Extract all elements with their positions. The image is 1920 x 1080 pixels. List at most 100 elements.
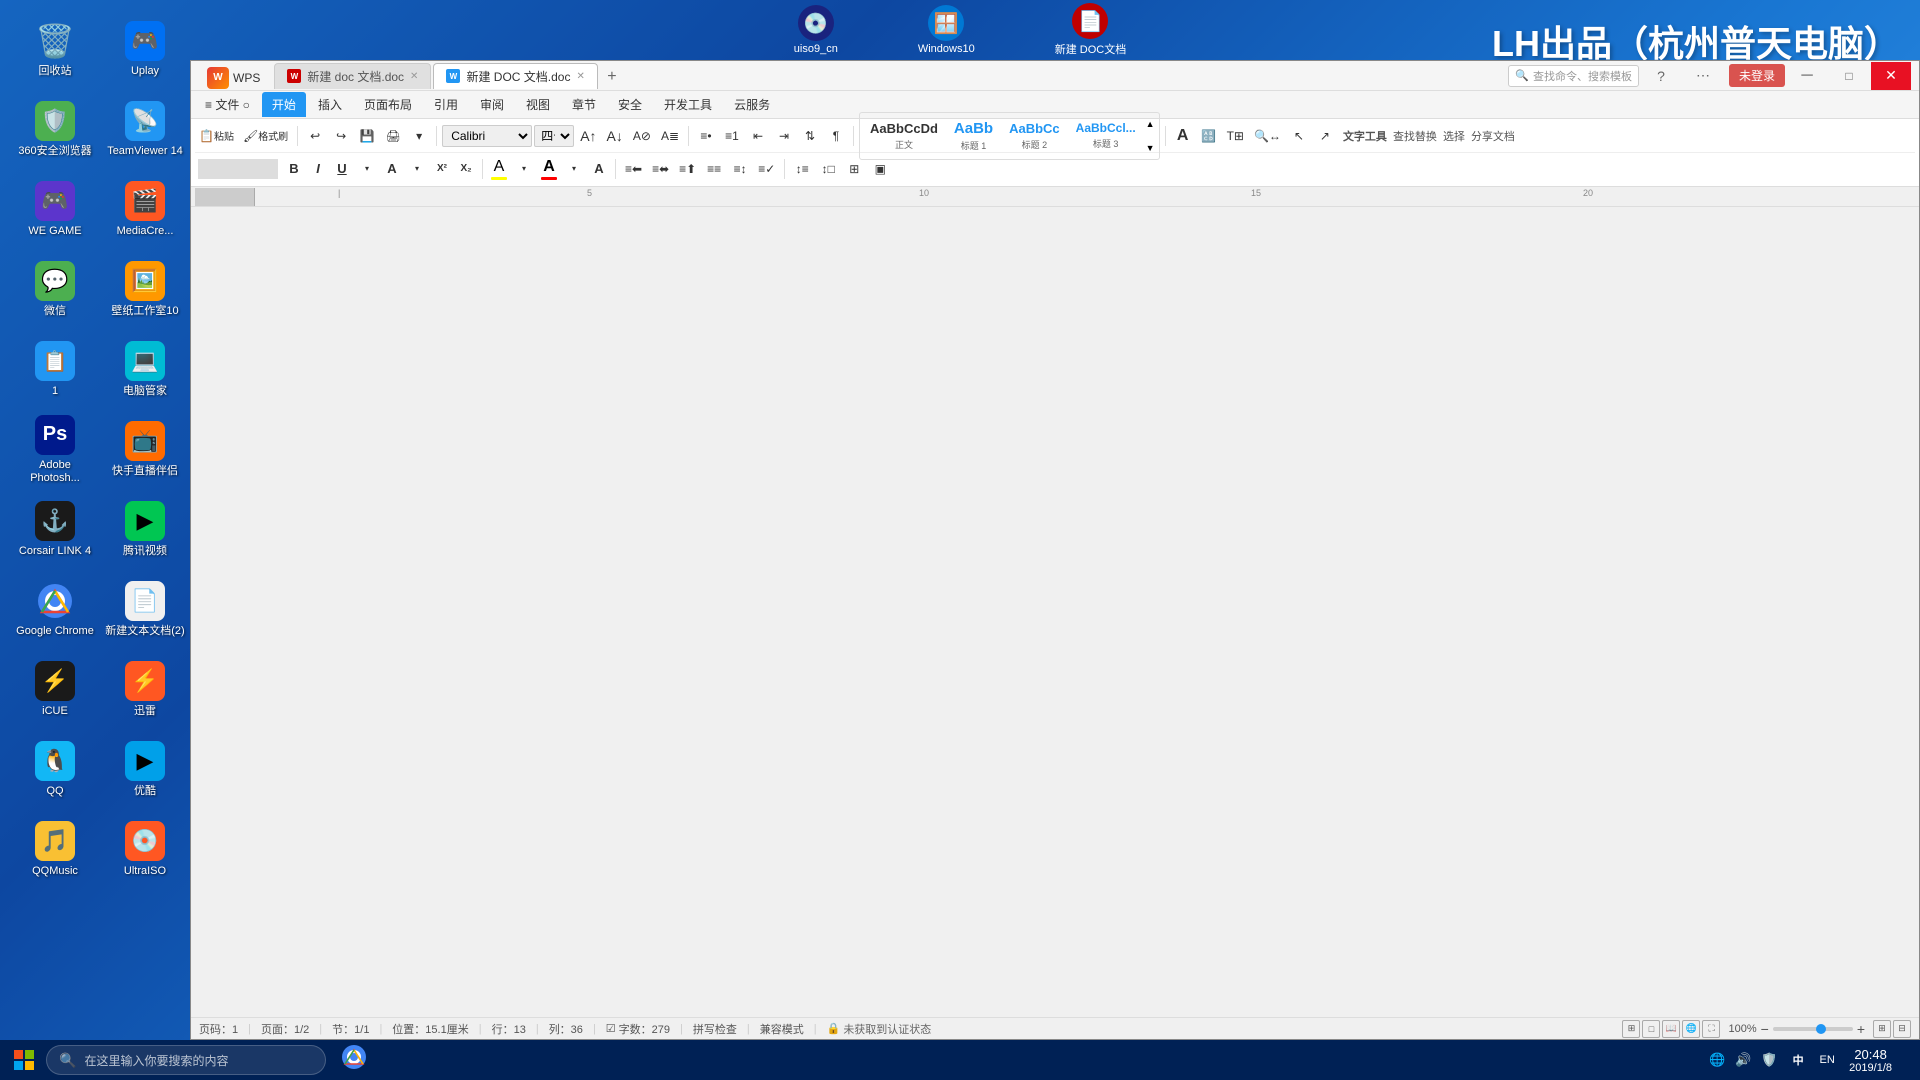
desktop-icon-corsair[interactable]: ⚓ Corsair LINK 4 — [10, 490, 100, 570]
view-reading-button[interactable]: 📖 — [1662, 1020, 1680, 1038]
view-normal-button[interactable]: ⊞ — [1622, 1020, 1640, 1038]
desktop-icon-task1[interactable]: 📋 1 — [10, 330, 100, 410]
underline-button[interactable]: U — [331, 158, 353, 180]
desktop-icon-qqmusic[interactable]: 🎵 QQMusic — [10, 810, 100, 890]
share-button[interactable]: ↗ — [1313, 123, 1337, 149]
clear-format-button[interactable]: A — [588, 158, 610, 180]
view-fullscreen-button[interactable]: ⛶ — [1702, 1020, 1720, 1038]
text-effects-button[interactable]: A — [1171, 123, 1195, 149]
font-color-arr2[interactable]: ▾ — [562, 156, 586, 182]
close-button[interactable]: ✕ — [1871, 62, 1911, 90]
show-desktop-button[interactable] — [1902, 1042, 1908, 1078]
taskbar-chrome[interactable] — [332, 1042, 376, 1078]
expand-button[interactable]: ⋯ — [1683, 62, 1723, 90]
menu-section[interactable]: 章节 — [562, 92, 606, 117]
find-replace-button[interactable]: 🔍↔ — [1250, 123, 1285, 149]
superscript-button[interactable]: X² — [431, 158, 453, 180]
tray-lang-icon[interactable]: EN — [1815, 1048, 1839, 1072]
style-down-button[interactable]: ▼ — [1146, 143, 1155, 153]
tray-uiso9[interactable]: 💿 uiso9_cn — [794, 5, 838, 55]
menu-references[interactable]: 引用 — [424, 92, 468, 117]
desktop-icon-recycle[interactable]: 🗑️ 回收站 — [10, 10, 100, 90]
menu-review[interactable]: 审阅 — [470, 92, 514, 117]
highlight-button[interactable]: A — [488, 156, 510, 182]
font-grow-button[interactable]: A↑ — [576, 123, 600, 149]
select-button[interactable]: ↖ — [1287, 123, 1311, 149]
desktop-icon-360[interactable]: 🛡️ 360安全浏览器 — [10, 90, 100, 170]
taskbar-search[interactable]: 🔍 在这里输入你要搜索的内容 — [46, 1045, 326, 1075]
split-screen-button[interactable]: ⊟ — [1893, 1020, 1911, 1038]
tray-network-icon[interactable]: 🌐 — [1705, 1048, 1729, 1072]
style-normal[interactable]: AaBbCcDd 正文 — [864, 119, 944, 153]
menu-view[interactable]: 视图 — [516, 92, 560, 117]
line-spacing-button[interactable]: ↕≡ — [790, 156, 814, 182]
bullet-list-button[interactable]: ≡• — [694, 123, 718, 149]
search-toolbar[interactable]: 🔍 查找命令、搜索模板 — [1508, 65, 1639, 87]
word-art-button[interactable]: 🔠 — [1197, 123, 1221, 149]
expand-doc-button[interactable]: ⊞ — [1873, 1020, 1891, 1038]
zoom-slider[interactable] — [1773, 1027, 1853, 1031]
sort-button[interactable]: ⇅ — [798, 123, 822, 149]
special-format-button[interactable]: A≣ — [657, 123, 683, 149]
desktop-icon-notepad[interactable]: 📄 新建文本文档(2) — [100, 570, 190, 650]
bold-button[interactable]: B — [283, 158, 305, 180]
help-button[interactable]: ? — [1641, 62, 1681, 90]
align-options-button[interactable]: ≡✓ — [754, 156, 779, 182]
tab2-close[interactable]: ✕ — [576, 71, 584, 82]
align-right-button[interactable]: ≡⬆ — [675, 156, 700, 182]
font-size-select[interactable]: 四号 — [534, 125, 574, 147]
desktop-icon-qq[interactable]: 🐧 QQ — [10, 730, 100, 810]
font-color-button[interactable]: A — [381, 158, 403, 180]
increase-indent-button[interactable]: ⇥ — [772, 123, 796, 149]
style-h3[interactable]: AaBbCcl... 标题 3 — [1070, 119, 1142, 152]
para-spacing-button[interactable]: ↕□ — [816, 156, 840, 182]
more-btn[interactable]: ▾ — [407, 123, 431, 149]
menu-security[interactable]: 安全 — [608, 92, 652, 117]
font-color-btn2[interactable]: A — [538, 156, 560, 182]
desktop-icon-icue[interactable]: ⚡ iCUE — [10, 650, 100, 730]
justify-button[interactable]: ≡≡ — [702, 156, 726, 182]
font-shrink-button[interactable]: A↓ — [603, 123, 627, 149]
start-button[interactable] — [4, 1042, 44, 1078]
maximize-button[interactable]: □ — [1829, 62, 1869, 90]
desktop-icon-mediacre[interactable]: 🎬 MediaCre... — [100, 170, 190, 250]
tray-volume-icon[interactable]: 🔊 — [1731, 1048, 1755, 1072]
add-tab-button[interactable]: + — [600, 65, 624, 89]
desktop-icon-chrome[interactable]: Google Chrome — [10, 570, 100, 650]
tab-2[interactable]: W 新建 DOC 文档.doc ✕ — [433, 63, 597, 89]
desktop-icon-uplay[interactable]: 🎮 Uplay — [100, 10, 190, 90]
desktop-icon-wallpaper[interactable]: 🖼️ 壁纸工作室10 — [100, 250, 190, 330]
undo-button[interactable]: ↩ — [303, 123, 327, 149]
highlight-arrow[interactable]: ▾ — [512, 156, 536, 182]
desktop-icon-thunderbird[interactable]: ⚡ 迅雷 — [100, 650, 190, 730]
desktop-icon-pcmanager[interactable]: 💻 电脑管家 — [100, 330, 190, 410]
underline-arrow[interactable]: ▾ — [355, 156, 379, 182]
paste-button[interactable]: 📋 粘贴 — [195, 123, 238, 149]
view-page-button[interactable]: □ — [1642, 1020, 1660, 1038]
subscript-button[interactable]: X₂ — [455, 158, 477, 180]
shading-button[interactable]: ▣ — [868, 156, 892, 182]
tray-security-icon[interactable]: 🛡️ — [1757, 1048, 1781, 1072]
status-spell[interactable]: 拼写检查 — [693, 1021, 737, 1037]
save-button[interactable]: 💾 — [355, 123, 379, 149]
login-button[interactable]: 未登录 — [1729, 64, 1785, 87]
tray-windows10[interactable]: 🪟 Windows10 — [918, 5, 975, 55]
decrease-indent-button[interactable]: ⇤ — [746, 123, 770, 149]
style-h2[interactable]: AaBbCc 标题 2 — [1003, 119, 1066, 153]
menu-home[interactable]: 开始 — [262, 92, 306, 117]
desktop-icon-wechat[interactable]: 💬 微信 — [10, 250, 100, 330]
desktop-icon-ultraiso[interactable]: 💿 UltraISO — [100, 810, 190, 890]
status-auth[interactable]: 🔒 未获取到认证状态 — [827, 1021, 932, 1037]
print-button[interactable]: 🖨 — [381, 123, 405, 149]
view-web-button[interactable]: 🌐 — [1682, 1020, 1700, 1038]
desktop-icon-teamviewer[interactable]: 📡 TeamViewer 14 — [100, 90, 190, 170]
font-color-arrow[interactable]: ▾ — [405, 156, 429, 182]
menu-layout[interactable]: 页面布局 — [354, 92, 422, 117]
style-h1[interactable]: AaBb 标题 1 — [948, 118, 999, 154]
desktop-icon-quickstream[interactable]: 📺 快手直播伴侣 — [100, 410, 190, 490]
desktop-icon-wegame[interactable]: 🎮 WE GAME — [10, 170, 100, 250]
italic-button[interactable]: I — [307, 158, 329, 180]
text-tool-button[interactable]: T⊞ — [1223, 123, 1248, 149]
tab1-close[interactable]: ✕ — [410, 71, 418, 82]
style-up-button[interactable]: ▲ — [1146, 119, 1155, 129]
